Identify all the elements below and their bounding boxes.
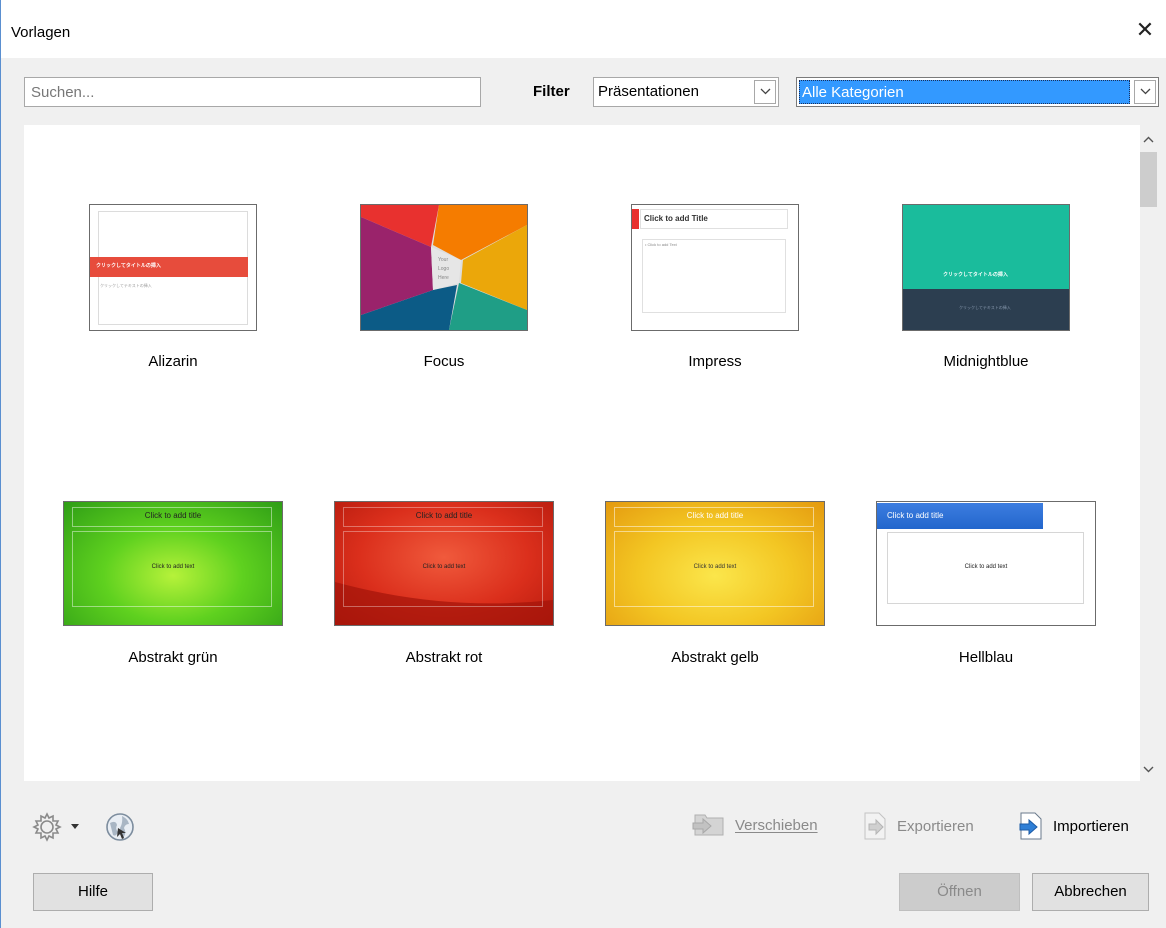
template-label: Abstrakt grün (128, 649, 218, 666)
title-bar: Vorlagen ✕ (1, 0, 1166, 58)
thumb-title-text: Click to add Title (644, 214, 708, 223)
template-thumbnail[interactable]: Click to add Title • Click to add Text (631, 204, 799, 331)
thumb-body-text: Click to add text (964, 564, 1008, 570)
close-icon[interactable]: ✕ (1132, 18, 1158, 44)
scroll-down-icon[interactable] (1140, 760, 1157, 777)
export-button[interactable]: Exportieren (861, 811, 974, 841)
thumb-body-text: Click to add text (151, 564, 195, 570)
template-thumbnail[interactable]: Click to add title Click to add text (876, 501, 1096, 626)
import-label: Importieren (1053, 817, 1129, 835)
filter-category-value: Alle Kategorien (799, 80, 1130, 104)
cancel-button[interactable]: Abbrechen (1032, 873, 1149, 911)
thumb-body-text: クリックしてテキストの挿入 (959, 305, 1011, 310)
thumb-title-text: Click to add title (686, 511, 744, 520)
filter-label: Filter (533, 83, 570, 100)
globe-icon (106, 813, 134, 841)
thumb-body-text: • Click to add Text (645, 242, 677, 247)
thumb-title-text: クリックしてタイトルの挿入 (943, 272, 1008, 278)
online-templates-button[interactable] (104, 811, 136, 843)
help-label: Hilfe (77, 883, 108, 900)
thumb-logo-text: Here (438, 275, 449, 281)
filter-type-value: Präsentationen (598, 83, 699, 100)
template-label: Impress (688, 353, 742, 370)
thumb-logo-text: Your (438, 257, 449, 263)
thumb-body-text: Click to add text (693, 564, 737, 570)
import-icon (1019, 812, 1042, 840)
folder-move-icon (692, 814, 724, 836)
thumb-title-text: Click to add title (887, 511, 944, 520)
template-thumbnail[interactable]: クリックしてタイトルの挿入 クリックしてテキストの挿入 (89, 204, 257, 331)
template-view: クリックしてタイトルの挿入 クリックしてテキストの挿入 Alizarin You… (24, 125, 1140, 781)
dialog-title: Vorlagen (11, 24, 71, 41)
import-button[interactable]: Importieren (1017, 811, 1129, 841)
thumb-logo-text: Logo (438, 266, 450, 272)
template-label: Abstrakt rot (405, 649, 483, 666)
template-thumbnail[interactable]: Your Logo Here (360, 204, 528, 331)
chevron-down-icon[interactable] (754, 80, 776, 104)
open-label: Öffnen (937, 883, 982, 900)
template-label: Abstrakt gelb (671, 649, 759, 666)
template-label: Focus (423, 353, 465, 370)
help-button[interactable]: Hilfe (33, 873, 153, 911)
template-thumbnail[interactable]: Click to add title Click to add text (63, 501, 283, 626)
scrollbar-thumb[interactable] (1140, 152, 1157, 207)
template-label: Hellblau (958, 649, 1014, 666)
template-thumbnail[interactable]: Click to add title Click to add text (605, 501, 825, 626)
chevron-down-icon[interactable] (1134, 80, 1156, 104)
vertical-scrollbar[interactable] (1140, 125, 1157, 781)
template-thumbnail[interactable]: クリックしてタイトルの挿入 クリックしてテキストの挿入 (902, 204, 1070, 331)
thumb-body-text: クリックしてテキストの挿入 (100, 283, 152, 288)
search-input[interactable] (24, 77, 481, 107)
scroll-up-icon[interactable] (1140, 130, 1157, 147)
export-icon (864, 812, 886, 840)
move-button[interactable]: Verschieben (691, 811, 818, 839)
cancel-label: Abbrechen (1054, 883, 1127, 900)
filter-category-select[interactable]: Alle Kategorien (796, 77, 1159, 107)
export-label: Exportieren (897, 817, 974, 835)
template-label: Midnightblue (943, 353, 1029, 370)
open-button[interactable]: Öffnen (899, 873, 1020, 911)
filter-type-select[interactable]: Präsentationen (593, 77, 779, 107)
template-label: Alizarin (148, 353, 198, 370)
gear-icon (32, 812, 62, 842)
caret-down-icon (71, 824, 79, 829)
thumb-title-text: Click to add title (415, 511, 473, 520)
settings-menu-button[interactable] (31, 811, 79, 843)
thumb-title-text: Click to add title (144, 511, 202, 520)
templates-dialog: Vorlagen ✕ Filter Präsentationen Alle Ka… (0, 0, 1166, 928)
thumb-title-text: クリックしてタイトルの挿入 (96, 263, 161, 269)
move-label: Verschieben (735, 816, 818, 834)
template-thumbnail[interactable]: Click to add title Click to add text (334, 501, 554, 626)
thumb-body-text: Click to add text (422, 564, 466, 570)
